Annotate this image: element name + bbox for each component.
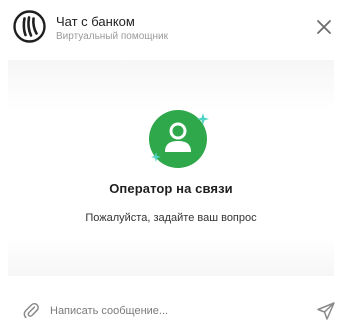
bank-logo-icon <box>13 10 46 43</box>
send-icon[interactable] <box>316 301 336 321</box>
message-input[interactable] <box>50 302 300 320</box>
close-icon[interactable] <box>314 17 334 37</box>
chat-subtitle: Виртуальный помощник <box>56 31 168 42</box>
chat-body: Оператор на связи Пожалуйста, задайте ва… <box>8 60 334 276</box>
paperclip-icon[interactable] <box>22 301 40 319</box>
message-composer <box>0 290 342 321</box>
operator-status-title: Оператор на связи <box>109 181 233 196</box>
chat-title: Чат с банком <box>56 14 135 29</box>
chat-header: Чат с банком Виртуальный помощник <box>0 0 342 56</box>
operator-status-subtitle: Пожалуйста, задайте ваш вопрос <box>85 212 257 224</box>
chat-widget: Чат с банком Виртуальный помощник Операт… <box>0 0 342 321</box>
operator-avatar-icon <box>148 105 212 169</box>
